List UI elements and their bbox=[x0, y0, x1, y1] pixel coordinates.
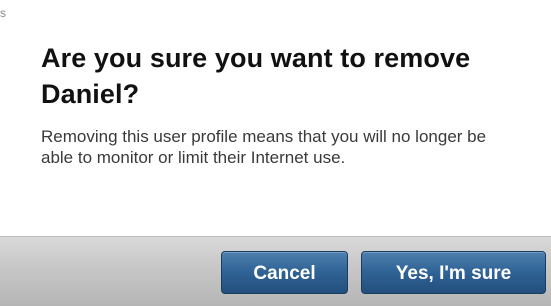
dialog-footer: Cancel Yes, I'm sure bbox=[0, 236, 551, 306]
dialog-title: Are you sure you want to remove Daniel? bbox=[41, 43, 471, 109]
cancel-button[interactable]: Cancel bbox=[221, 251, 348, 294]
remove-user-dialog: s Are you sure you want to remove Daniel… bbox=[0, 0, 551, 306]
confirm-remove-button[interactable]: Yes, I'm sure bbox=[361, 251, 546, 294]
dialog-message: Removing this user profile means that yo… bbox=[41, 127, 487, 167]
dialog-content: Are you sure you want to remove Daniel? … bbox=[41, 40, 531, 168]
corner-mark: s bbox=[0, 6, 6, 20]
